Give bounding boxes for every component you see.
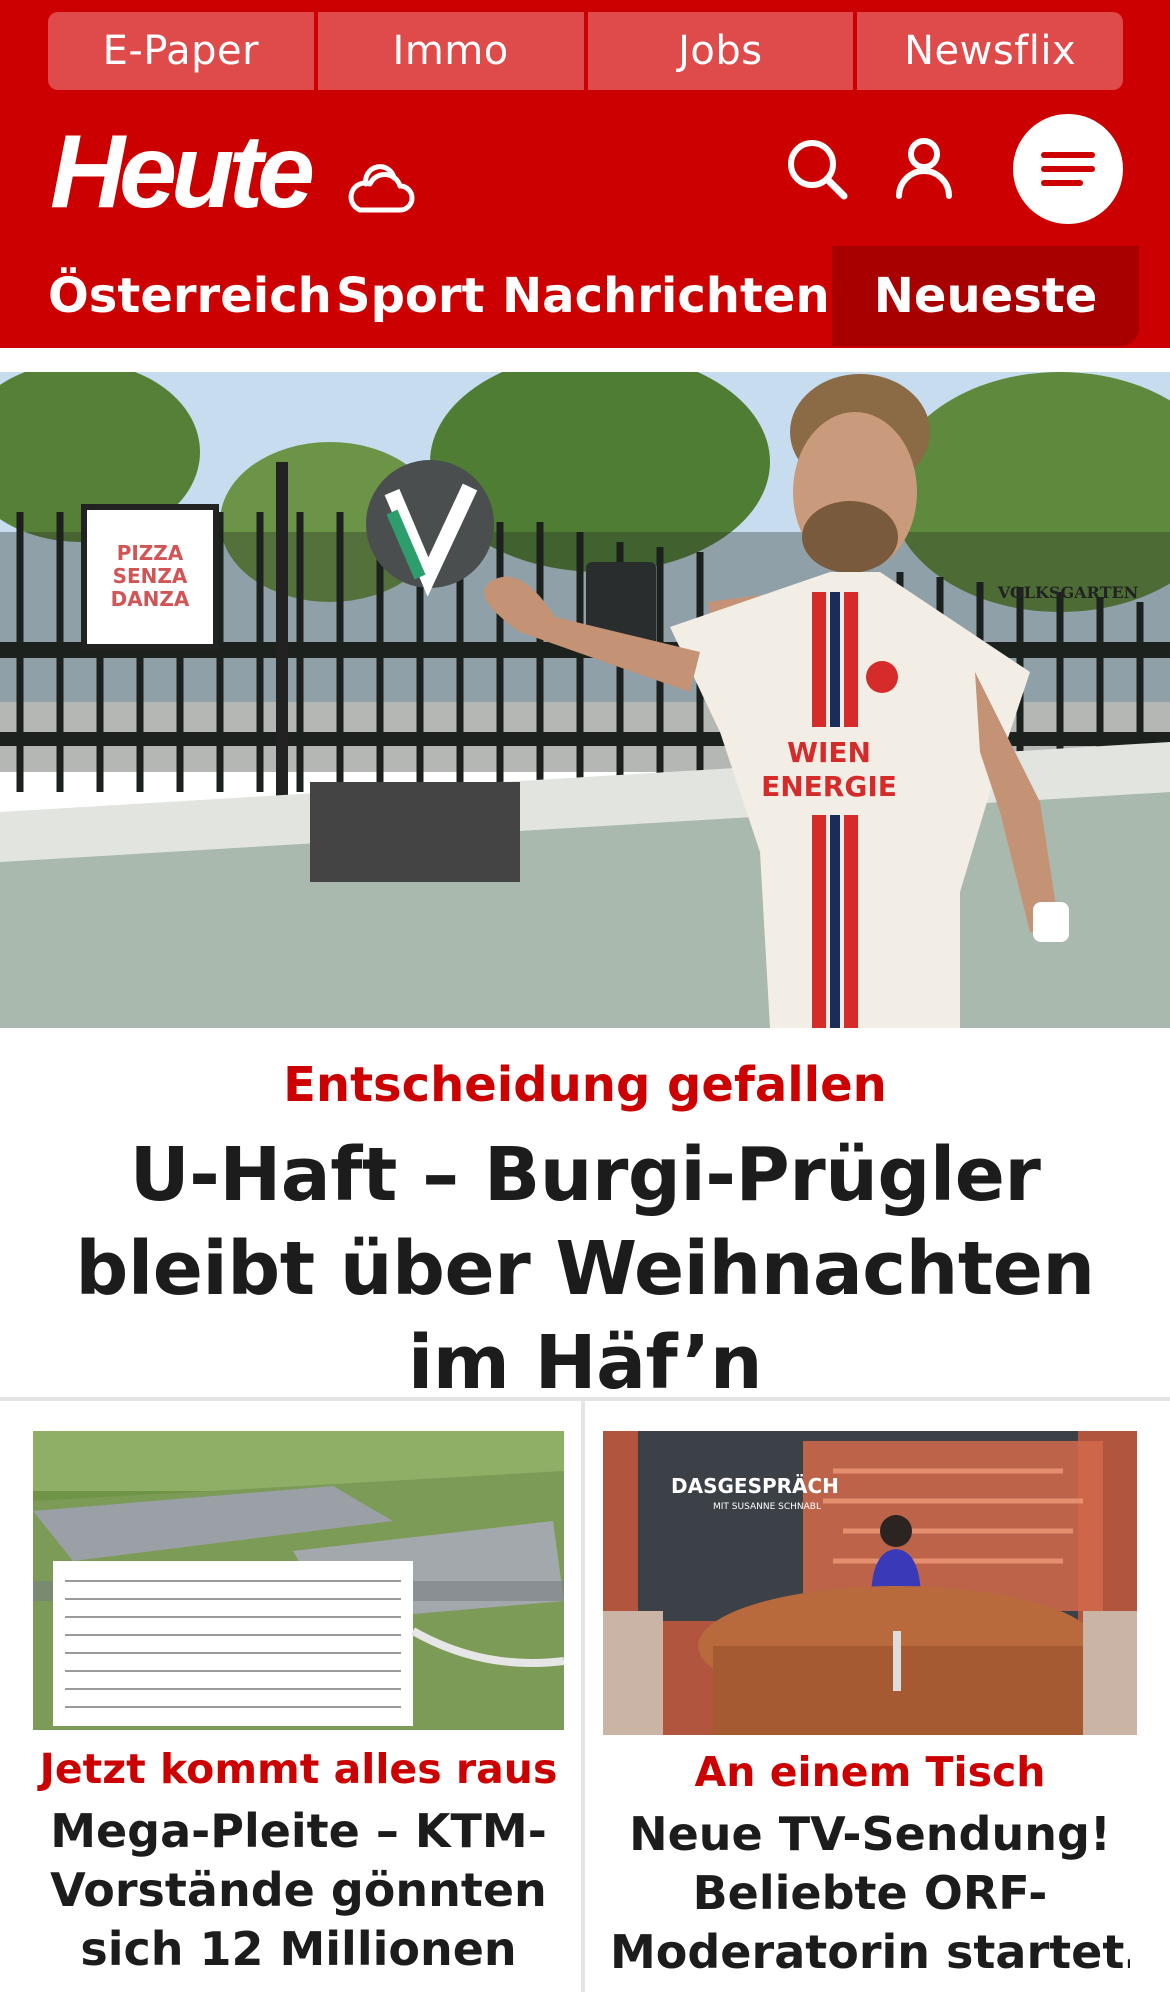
tv-show-logo-text: DASGESPRÄCH — [671, 1474, 839, 1498]
article-headline[interactable]: Mega-Pleite – KTM-Vorstände gönnten sich… — [33, 1802, 564, 1979]
top-links-bar: E-Paper Immo Jobs Newsflix — [48, 12, 1123, 90]
menu-button[interactable] — [1013, 114, 1123, 224]
hero-sign-line: PIZZA — [117, 541, 184, 565]
top-link-epaper[interactable]: E-Paper — [48, 12, 314, 90]
site-logo[interactable]: Heute — [50, 120, 315, 224]
top-link-jobs[interactable]: Jobs — [587, 12, 854, 90]
tv-show-logo-subtitle: MIT SUSANNE SCHNABL — [713, 1502, 821, 1512]
hero-sign-line: DANZA — [111, 587, 190, 611]
site-header: E-Paper Immo Jobs Newsflix Heute Österre… — [0, 0, 1170, 348]
hero-headline[interactable]: U-Haft – Burgi-Prügler bleibt über Weihn… — [40, 1128, 1130, 1410]
top-link-immo[interactable]: Immo — [317, 12, 584, 90]
nav-item-sport[interactable]: Sport — [336, 246, 485, 346]
search-icon[interactable] — [780, 132, 854, 206]
nav-item-oesterreich[interactable]: Österreich — [48, 246, 332, 346]
headline-line: Neue TV-Sendung! — [629, 1807, 1111, 1861]
article-image-ktm[interactable] — [33, 1431, 564, 1730]
hero-jersey-text: ENERGIE — [761, 770, 897, 803]
nav-item-neueste[interactable]: Neueste — [832, 246, 1139, 346]
user-icon[interactable] — [884, 130, 964, 206]
hero-kicker[interactable]: Entscheidung gefallen — [0, 1052, 1170, 1118]
section-divider — [0, 1397, 1170, 1401]
top-link-newsflix[interactable]: Newsflix — [857, 12, 1123, 90]
column-divider — [581, 1399, 585, 1992]
article-kicker[interactable]: An einem Tisch — [603, 1745, 1137, 1799]
nav-item-nachrichten[interactable]: Nachrichten — [502, 246, 830, 346]
hero-jersey-text: WIEN — [787, 736, 871, 769]
article-kicker[interactable]: Jetzt kommt alles raus — [33, 1742, 564, 1796]
hero-image[interactable]: PIZZA SENZA DANZA VOLKSGARTEN WIEN ENERG… — [0, 372, 1170, 1028]
hero-sign-line: SENZA — [113, 564, 188, 588]
main-nav: Österreich Sport Nachrichten Neueste — [0, 246, 1170, 346]
article-headline[interactable]: Neue TV-Sendung! Beliebte ORF- Moderator… — [610, 1805, 1130, 1982]
menu-icon — [1041, 152, 1095, 186]
hero-street-sign: VOLKSGARTEN — [997, 583, 1139, 602]
article-image-tv-studio[interactable]: DASGESPRÄCH MIT SUSANNE SCHNABL — [603, 1431, 1137, 1735]
headline-line: Beliebte ORF- — [692, 1866, 1048, 1920]
weather-cloud-icon[interactable] — [344, 146, 420, 216]
headline-line: Moderatorin startet… — [610, 1925, 1130, 1979]
